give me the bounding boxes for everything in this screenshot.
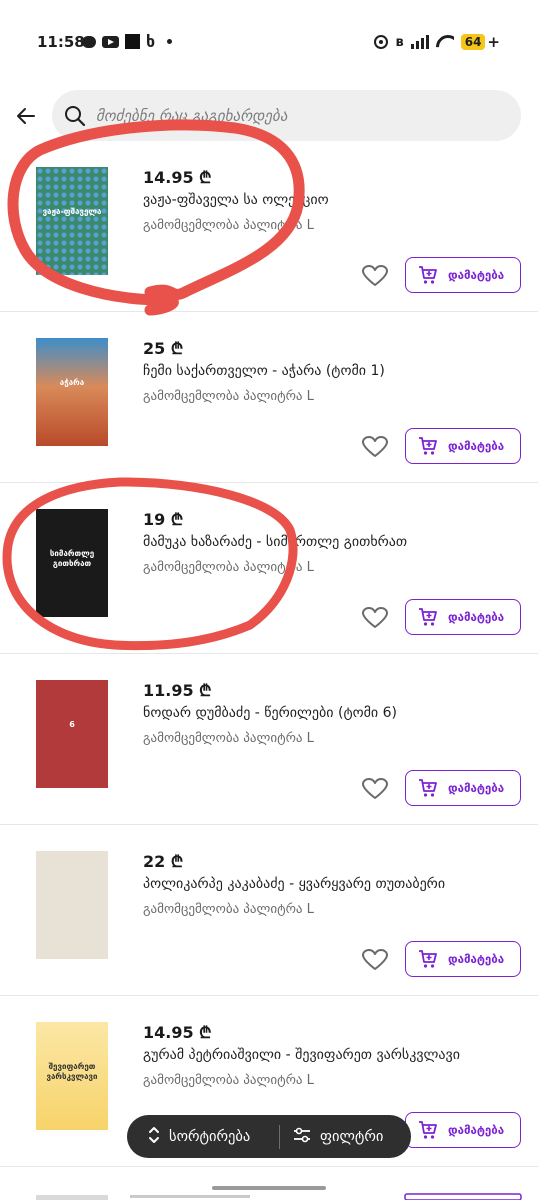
heart-icon[interactable] — [362, 436, 388, 458]
add-to-cart-button[interactable]: დამატება — [405, 599, 521, 635]
product-title[interactable]: მამუკა ხაზარაძე - სიმართლე გითხრათ — [143, 534, 523, 550]
charging-plus: + — [487, 33, 500, 51]
status-right-icons: ʙ 64 + — [374, 33, 500, 51]
product-publisher: გამომცემლობა პალიტრა L — [143, 902, 314, 917]
product-title[interactable]: პოლიკარპე კაკაბაძე - ყვარყვარე თუთაბერი — [143, 876, 523, 892]
product-publisher: გამომცემლობა პალიტრა L — [143, 218, 314, 233]
add-to-cart-button[interactable]: დამატება — [405, 1112, 521, 1148]
add-to-cart-button[interactable]: დამატება — [405, 257, 521, 293]
product-title[interactable]: გურამ პეტრიაშვილი - შევიფარეთ ვარსკვლავი — [143, 1047, 523, 1063]
cover-title: აჭარა — [59, 378, 85, 387]
sort-button[interactable]: სორტირება — [127, 1126, 279, 1148]
cart-icon — [418, 1120, 438, 1140]
product-price: 14.95 ₾ — [143, 1023, 212, 1042]
status-bar: 11:58 ხ ʙ 64 + — [0, 0, 538, 88]
product-row[interactable]: აჭარა 25 ₾ ჩემი საქართველო - აჭარა (ტომი 1… — [0, 312, 538, 483]
product-row[interactable]: 22 ₾ პოლიკარპე კაკაბაძე - ყვარყვარე თუთაბ… — [0, 825, 538, 996]
home-indicator[interactable] — [212, 1186, 326, 1190]
heart-icon[interactable] — [362, 607, 388, 629]
cover-title: სიმართლე გითხრათ — [49, 549, 95, 568]
alarm-icon — [374, 35, 389, 49]
sort-label: სორტირება — [169, 1128, 251, 1145]
search-icon — [64, 105, 86, 127]
product-price: 22 ₾ — [143, 852, 184, 871]
product-title[interactable]: ნოდარ დუმბაძე - წერილები (ტომი 6) — [143, 705, 523, 721]
app-square-icon — [125, 34, 140, 49]
product-price: 25 ₾ — [143, 339, 184, 358]
cover-title: შევიფარეთ ვარსკვლავი — [46, 1062, 98, 1081]
cover-title: ვაჟა-ფშაველა — [42, 207, 102, 216]
product-row[interactable]: 6 11.95 ₾ ნოდარ დუმბაძე - წერილები (ტომი 6… — [0, 654, 538, 825]
product-price: 11.95 ₾ — [143, 681, 212, 700]
add-to-cart-label: დამატება — [448, 1123, 505, 1137]
cart-icon — [418, 265, 438, 285]
cart-icon — [418, 607, 438, 627]
app-letter-icon: ხ — [146, 31, 156, 51]
youtube-icon — [102, 35, 119, 48]
heart-icon[interactable] — [362, 265, 388, 287]
product-publisher: გამომცემლობა პალიტრა L — [143, 560, 314, 575]
add-to-cart-button[interactable]: დამატება — [405, 428, 521, 464]
add-to-cart-label: დამატება — [448, 439, 505, 453]
product-row[interactable]: ვაჟა-ფშაველა 14.95 ₾ ვაჟა-ფშაველა სა ოლექც… — [0, 141, 538, 312]
sort-arrows-icon — [147, 1126, 161, 1148]
heart-icon[interactable] — [362, 949, 388, 971]
product-title[interactable]: ვაჟა-ფშაველა სა ოლექციო — [143, 192, 523, 208]
dot-icon — [167, 39, 173, 44]
add-to-cart-label: დამატება — [448, 268, 505, 282]
add-to-cart-label: დამატება — [448, 781, 505, 795]
product-publisher: გამომცემლობა პალიტრა L — [143, 1073, 314, 1088]
product-row[interactable]: სიმართლე გითხრათ 19 ₾ მამუკა ხაზარაძე - სი… — [0, 483, 538, 654]
book-cover-image[interactable]: ვაჟა-ფშაველა — [36, 167, 108, 275]
product-publisher: გამომცემლობა პალიტრა L — [143, 389, 314, 404]
status-left-icons: ხ — [82, 31, 173, 51]
sort-filter-bar: სორტირება ფილტრი — [127, 1115, 411, 1158]
product-price: 19 ₾ — [143, 510, 184, 529]
heart-icon[interactable] — [362, 778, 388, 800]
battery-icon: 64 — [460, 34, 486, 50]
product-publisher: გამომცემლობა პალიტრა L — [143, 731, 314, 746]
wifi-icon — [436, 35, 454, 49]
book-cover-image[interactable] — [36, 851, 108, 959]
bluetooth-icon: ʙ — [395, 34, 404, 50]
add-to-cart-button[interactable]: დამატება — [405, 941, 521, 977]
search-input[interactable] — [96, 106, 496, 125]
search-bar[interactable] — [52, 90, 521, 141]
product-price: 14.95 ₾ — [143, 168, 212, 187]
cover-title: 6 — [69, 720, 75, 729]
filter-label: ფილტრი — [320, 1128, 384, 1145]
back-arrow-icon[interactable] — [14, 104, 38, 128]
add-to-cart-label: დამატება — [448, 952, 505, 966]
product-list: ვაჟა-ფშაველა 14.95 ₾ ვაჟა-ფშაველა სა ოლექც… — [0, 141, 538, 1167]
product-title[interactable]: ჩემი საქართველო - აჭარა (ტომი 1) — [143, 363, 523, 379]
cart-icon — [418, 436, 438, 456]
add-to-cart-label: დამატება — [448, 610, 505, 624]
cart-icon — [418, 949, 438, 969]
book-cover-image[interactable]: აჭარა — [36, 338, 108, 446]
add-to-cart-button[interactable]: დამატება — [405, 770, 521, 806]
filter-button[interactable]: ფილტრი — [280, 1126, 383, 1148]
filter-sliders-icon — [292, 1126, 312, 1148]
chat-icon — [82, 35, 96, 48]
book-cover-image[interactable]: 6 — [36, 680, 108, 788]
signal-icon — [410, 35, 429, 49]
book-cover-image[interactable]: შევიფარეთ ვარსკვლავი — [36, 1022, 108, 1130]
cart-icon — [418, 778, 438, 798]
book-cover-image[interactable]: სიმართლე გითხრათ — [36, 509, 108, 617]
status-time: 11:58 — [37, 33, 85, 51]
